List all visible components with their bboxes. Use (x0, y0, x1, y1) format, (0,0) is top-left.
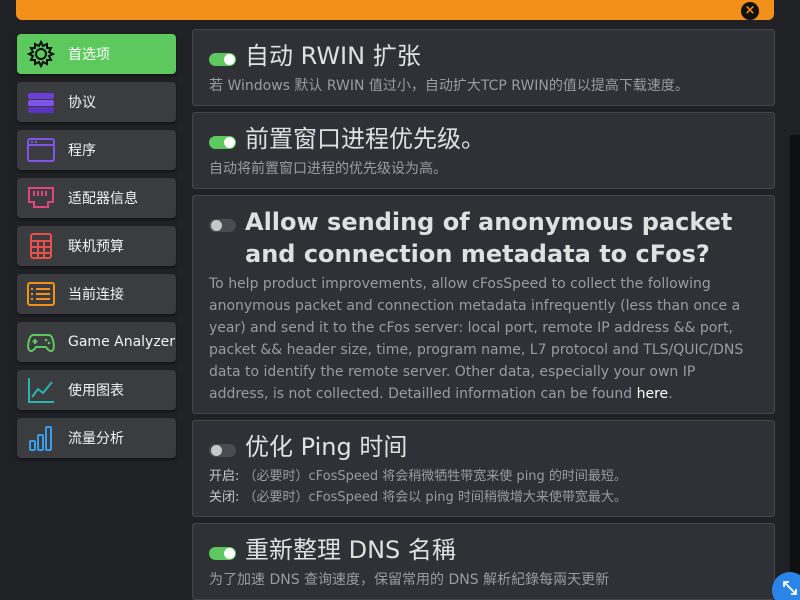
sidebar-item-online-budget[interactable]: 联机预算 (17, 226, 176, 266)
sidebar-item-label: Game Analyzer (68, 334, 176, 350)
setting-title: 自动 RWIN 扩张 (245, 42, 421, 70)
off-description: （必要时）cFosSpeed 将会以 ping 时间稍微增大来使带宽最大。 (243, 490, 627, 505)
settings-panel: 自动 RWIN 扩张 若 Windows 默认 RWIN 值过小，自动扩大TCP… (192, 29, 775, 600)
toggle-knob (211, 220, 222, 231)
description-period: . (668, 386, 673, 402)
setting-card-metadata: Allow sending of anonymous packet and co… (192, 195, 775, 414)
setting-description: To help product improvements, allow cFos… (209, 273, 758, 405)
off-description-line: 关闭: （必要时）cFosSpeed 将会以 ping 时间稍微增大来使带宽最大… (209, 487, 758, 508)
calculator-icon (26, 231, 56, 261)
setting-card-rwin: 自动 RWIN 扩张 若 Windows 默认 RWIN 值过小，自动扩大TCP… (192, 29, 775, 106)
off-label: 关闭: (209, 490, 240, 505)
window-icon (26, 135, 56, 165)
sidebar-item-preferences[interactable]: 首选项 (17, 34, 176, 74)
scrollbar[interactable] (790, 135, 800, 600)
expand-button[interactable] (772, 572, 800, 600)
setting-title: 前置窗口进程优先级。 (245, 125, 485, 153)
sidebar-item-usage-chart[interactable]: 使用图表 (17, 370, 176, 410)
setting-description: 自动将前置窗口进程的优先级设为高。 (209, 161, 447, 177)
network-port-icon (26, 183, 56, 213)
sidebar-item-label: 流量分析 (68, 431, 124, 447)
setting-description: 为了加速 DNS 查询速度，保留常用的 DNS 解析紀錄每兩天更新 (209, 572, 610, 588)
setting-title: 重新整理 DNS 名稱 (245, 536, 456, 564)
gamepad-icon (26, 327, 56, 357)
toggle-knob (224, 548, 235, 559)
on-description: （必要时）cFosSpeed 将会稍微牺牲带宽来使 ping 的时间最短。 (243, 469, 627, 484)
on-label: 开启: (209, 469, 240, 484)
sidebar-item-label: 适配器信息 (68, 191, 138, 207)
sidebar-item-traffic-analysis[interactable]: 流量分析 (17, 418, 176, 458)
here-link[interactable]: here (637, 386, 669, 402)
on-description-line: 开启: （必要时）cFosSpeed 将会稍微牺牲带宽来使 ping 的时间最短… (209, 466, 758, 487)
connection-list-icon (26, 279, 56, 309)
toggle-knob (211, 445, 222, 456)
setting-card-dns-refresh: 重新整理 DNS 名稱 为了加速 DNS 查询速度，保留常用的 DNS 解析紀錄… (192, 523, 775, 600)
setting-description: 开启: （必要时）cFosSpeed 将会稍微牺牲带宽来使 ping 的时间最短… (209, 466, 758, 508)
sidebar-item-programs[interactable]: 程序 (17, 130, 176, 170)
top-bar (16, 0, 774, 20)
sidebar-item-protocols[interactable]: 协议 (17, 82, 176, 122)
ping-optimize-toggle[interactable] (209, 444, 236, 457)
line-chart-icon (26, 375, 56, 405)
sidebar-item-label: 协议 (68, 95, 96, 111)
sidebar-item-game-analyzer[interactable]: Game Analyzer (17, 322, 176, 362)
bar-chart-icon (26, 423, 56, 453)
sidebar: 首选项 协议 程序 适配器信息 联机预算 当前连接 Game Analyzer … (17, 34, 176, 466)
setting-description: 若 Windows 默认 RWIN 值过小，自动扩大TCP RWIN的值以提高下… (209, 78, 689, 94)
toggle-knob (224, 54, 235, 65)
sidebar-item-label: 当前连接 (68, 287, 124, 303)
setting-card-ping-optimize: 优化 Ping 时间 开启: （必要时）cFosSpeed 将会稍微牺牲带宽来使… (192, 420, 775, 517)
sidebar-item-label: 联机预算 (68, 239, 124, 255)
setting-title: Allow sending of anonymous packet and co… (245, 208, 733, 268)
foreground-priority-toggle[interactable] (209, 136, 236, 149)
sidebar-item-label: 使用图表 (68, 383, 124, 399)
sidebar-item-label: 首选项 (68, 47, 110, 63)
toggle-knob (224, 137, 235, 148)
sidebar-item-label: 程序 (68, 143, 96, 159)
sidebar-item-current-connections[interactable]: 当前连接 (17, 274, 176, 314)
setting-card-foreground-priority: 前置窗口进程优先级。 自动将前置窗口进程的优先级设为高。 (192, 112, 775, 189)
metadata-description-text: To help product improvements, allow cFos… (209, 276, 744, 402)
gear-icon (26, 39, 56, 69)
sidebar-item-adapter-info[interactable]: 适配器信息 (17, 178, 176, 218)
close-button[interactable]: × (741, 2, 759, 20)
metadata-toggle[interactable] (209, 219, 236, 232)
rwin-toggle[interactable] (209, 53, 236, 66)
layers-icon (26, 87, 56, 117)
setting-title: 优化 Ping 时间 (245, 433, 408, 461)
expand-arrows-icon (781, 579, 799, 600)
dns-refresh-toggle[interactable] (209, 547, 236, 560)
